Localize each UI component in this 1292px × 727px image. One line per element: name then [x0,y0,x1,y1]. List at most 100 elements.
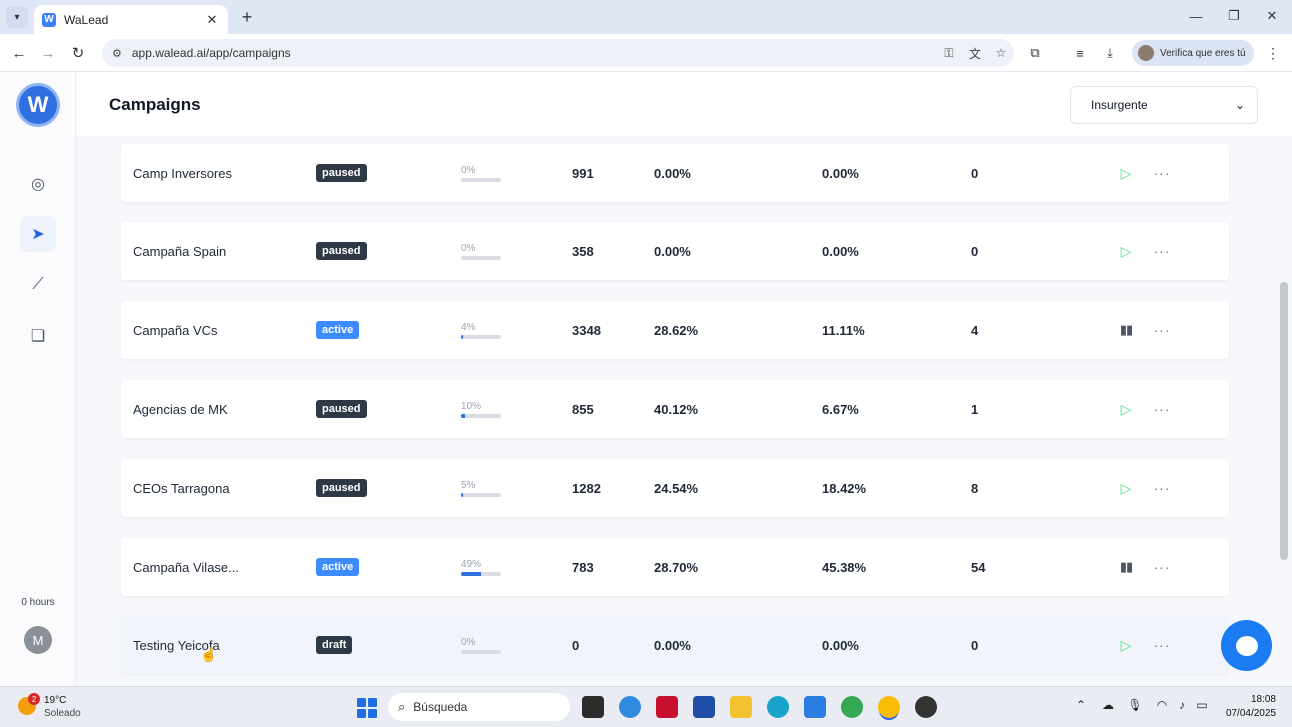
clock-time[interactable]: 18:08 [1236,694,1276,705]
more-options-icon[interactable]: ··· [1153,144,1171,202]
chat-button[interactable] [1221,620,1272,671]
browser-tab[interactable]: W WaLead ✕ [34,5,228,34]
replies-count: 0 [971,165,979,181]
mcafee-icon[interactable] [656,696,678,718]
folder-icon[interactable] [730,696,752,718]
campaign-name[interactable]: CEOs Tarragona [133,459,230,517]
tray-expand-icon[interactable]: ⌃ [1072,698,1090,712]
progress-cell: 5% [461,459,505,517]
volume-icon[interactable]: ♪ [1173,698,1191,712]
leads-count: 1282 [572,480,601,496]
campaign-list: Camp Inversores paused 0% 991 0.00% 0.00% 0 ▷ ··… [0,136,1292,686]
progress-bar [461,492,501,497]
chrome-icon[interactable] [841,696,863,718]
clock-date[interactable]: 07/04/2025 [1222,708,1276,719]
campaign-row[interactable]: Campaña VCs active 4% 3348 28.62% 11.11% 4 ▮▮ ··… [121,301,1229,359]
copilot-icon[interactable] [619,696,641,718]
chrome-profile-icon[interactable] [915,696,937,718]
more-options-icon[interactable]: ··· [1153,222,1171,280]
microphone-icon[interactable]: 🎙 [1126,698,1144,712]
minimize-icon[interactable]: — [1176,4,1216,28]
campaign-name[interactable]: Campaña Spain [133,222,226,280]
rate-primary: 24.54% [654,480,699,496]
campaign-name[interactable]: Agencias de MK [133,380,228,438]
tab-close-icon[interactable]: ✕ [204,12,220,28]
downloads-icon[interactable]: ⤓ [1099,43,1121,63]
browser-menu-icon[interactable]: ⋮ [1264,43,1282,63]
back-icon[interactable]: ← [8,42,30,64]
translate-icon[interactable]: 文 [962,43,988,63]
tray-cloud-icon[interactable]: ☁ [1099,698,1117,712]
campaign-name[interactable]: Campaña VCs [133,301,218,359]
chrome-active-icon[interactable] [878,696,900,718]
start-windows-icon[interactable] [357,698,377,718]
progress-cell: 0% [461,222,505,280]
play-icon[interactable]: ▷ [1117,459,1135,517]
status-badge: active [316,558,360,576]
rate-secondary: 45.38% [822,559,867,575]
media-controls-icon[interactable]: ≡ [1069,43,1091,63]
more-options-icon[interactable]: ··· [1153,380,1171,438]
campaign-name[interactable]: Camp Inversores [133,144,232,202]
taskbar-search-placeholder: Búsqueda [413,700,468,714]
progress-label: 0% [461,242,476,254]
tab-search-icon[interactable]: ▾ [6,6,28,28]
leads-count: 358 [572,243,594,259]
forward-icon[interactable]: → [37,42,59,64]
edge-icon[interactable] [767,696,789,718]
status-cell: paused [316,222,367,280]
file-explorer-dark-icon[interactable] [582,696,604,718]
password-key-icon[interactable]: ⚿ [936,43,962,63]
more-options-icon[interactable]: ··· [1153,616,1171,674]
play-icon[interactable]: ▷ [1117,616,1135,674]
campaign-row[interactable]: Camp Inversores paused 0% 991 0.00% 0.00% 0 ▷ ··… [121,144,1229,202]
new-tab-icon[interactable]: + [236,6,258,28]
play-icon[interactable]: ▷ [1117,144,1135,202]
more-options-icon[interactable]: ··· [1153,459,1171,517]
status-cell: active [316,538,360,596]
progress-bar-fill [461,334,463,339]
profile-button[interactable]: Verifica que eres tú [1132,40,1254,66]
url-text[interactable]: app.walead.ai/app/campaigns [132,46,936,60]
campaign-row[interactable]: Agencias de MK paused 10% 855 40.12% 6.67% 1 ▷ ·… [121,380,1229,438]
rate-secondary: 0.00% [822,637,859,653]
site-info-icon[interactable]: ⚙ [112,47,122,60]
progress-cell: 0% [461,616,505,674]
progress-bar-fill [461,571,481,576]
wifi-icon[interactable]: ◠ [1153,698,1171,712]
rate-primary: 28.70% [654,559,699,575]
teams-app-icon[interactable] [804,696,826,718]
campaign-name[interactable]: Campaña Vilase... [133,538,239,596]
taskbar-search[interactable]: ⌕ Búsqueda [388,693,570,721]
more-options-icon[interactable]: ··· [1153,538,1171,596]
pause-icon[interactable]: ▮▮ [1117,301,1135,359]
weather-desc[interactable]: Soleado [44,708,81,719]
walead-logo[interactable]: W [16,83,60,127]
status-badge: paused [316,479,367,497]
play-icon[interactable]: ▷ [1117,222,1135,280]
extensions-icon[interactable]: ⧉ [1024,43,1046,63]
campaign-row[interactable]: Campaña Spain paused 0% 358 0.00% 0.00% 0 ▷ ··· [121,222,1229,280]
status-cell: paused [316,380,367,438]
pause-icon[interactable]: ▮▮ [1117,538,1135,596]
restore-icon[interactable]: ❐ [1214,4,1254,28]
workspace-select[interactable]: Insurgente ⌄ [1070,86,1258,124]
campaign-row[interactable]: Campaña Vilase... active 49% 783 28.70% 45.38… [121,538,1229,596]
scrollbar[interactable] [1280,282,1288,560]
address-bar[interactable]: ⚙ app.walead.ai/app/campaigns ⚿ 文 ☆ [102,39,1014,67]
progress-bar-fill [461,492,463,497]
store-icon[interactable] [693,696,715,718]
campaign-row[interactable]: CEOs Tarragona paused 5% 1282 24.54% 18.42% 8 ▷… [121,459,1229,517]
weather-temp[interactable]: 19°C [44,695,66,706]
campaign-row[interactable]: Testing Yeicofa draft 0% 0 0.00% 0.00% 0 ▷ ··· [121,616,1229,674]
bookmark-star-icon[interactable]: ☆ [988,43,1014,63]
battery-icon[interactable]: ▭ [1193,698,1211,712]
progress-cell: 10% [461,380,505,438]
more-options-icon[interactable]: ··· [1153,301,1171,359]
play-icon[interactable]: ▷ [1117,380,1135,438]
progress-cell: 4% [461,301,505,359]
progress-bar [461,571,501,576]
reload-icon[interactable]: ↻ [67,42,89,64]
campaign-name[interactable]: Testing Yeicofa [133,616,220,674]
close-window-icon[interactable]: ✕ [1252,4,1292,28]
